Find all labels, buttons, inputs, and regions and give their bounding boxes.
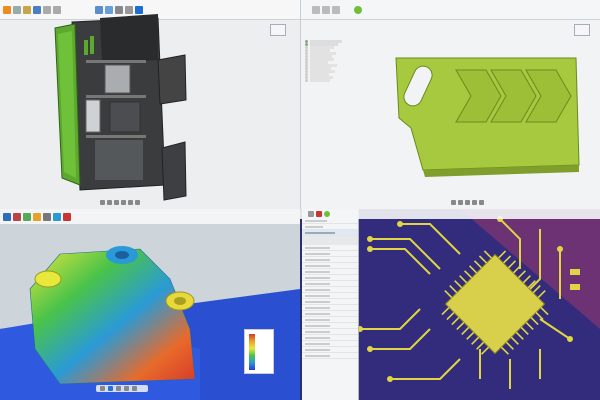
results-row[interactable] bbox=[302, 353, 358, 359]
cabinet-top bbox=[100, 14, 158, 63]
orbit-icon[interactable] bbox=[451, 200, 456, 205]
internal-box bbox=[109, 101, 141, 133]
cad-viewport-enclosure[interactable] bbox=[0, 0, 300, 209]
zoom-icon[interactable] bbox=[114, 200, 119, 205]
shelf bbox=[86, 60, 146, 63]
view-cube[interactable] bbox=[270, 24, 286, 36]
shelf bbox=[86, 95, 146, 98]
cylinder bbox=[85, 99, 101, 133]
right-door-upper bbox=[157, 54, 187, 105]
legend-gradient bbox=[249, 334, 255, 370]
internal-unit bbox=[104, 64, 131, 94]
loop-icon[interactable] bbox=[132, 386, 137, 391]
animation-playbar bbox=[96, 385, 148, 392]
pcb-toolbar bbox=[300, 209, 600, 219]
play-icon[interactable] bbox=[108, 386, 113, 391]
heatmap-body bbox=[29, 248, 196, 385]
results-subheader bbox=[302, 236, 358, 245]
pause-icon[interactable] bbox=[116, 386, 121, 391]
layer-icon[interactable] bbox=[308, 211, 314, 217]
cover-model bbox=[395, 57, 580, 177]
fit-icon[interactable] bbox=[472, 200, 477, 205]
top-boss-hole bbox=[115, 251, 129, 259]
display-icon[interactable] bbox=[128, 200, 133, 205]
color-legend bbox=[244, 329, 274, 374]
left-boss bbox=[34, 270, 62, 288]
pan-icon[interactable] bbox=[458, 200, 463, 205]
simulation-viewport[interactable] bbox=[0, 209, 300, 400]
green-bracket bbox=[90, 36, 94, 54]
orbit-icon[interactable] bbox=[100, 200, 105, 205]
cad-viewport-cover[interactable] bbox=[300, 0, 600, 209]
shelf bbox=[86, 135, 146, 138]
results-panel bbox=[302, 209, 359, 400]
green-bracket bbox=[84, 40, 88, 55]
nav-bar bbox=[100, 199, 140, 206]
right-boss-hole bbox=[174, 297, 186, 305]
right-door-lower bbox=[161, 141, 187, 201]
enclosure-model bbox=[54, 14, 187, 201]
nav-bar bbox=[451, 199, 484, 206]
route-icon[interactable] bbox=[316, 211, 322, 217]
check-icon[interactable] bbox=[324, 211, 330, 217]
grid-toggle-icon[interactable] bbox=[135, 200, 140, 205]
pcb-viewport[interactable] bbox=[300, 209, 600, 400]
forward-icon[interactable] bbox=[124, 386, 129, 391]
pan-icon[interactable] bbox=[107, 200, 112, 205]
lower-compartment bbox=[95, 140, 143, 180]
fit-icon[interactable] bbox=[121, 200, 126, 205]
view-cube[interactable] bbox=[574, 24, 590, 36]
display-icon[interactable] bbox=[479, 200, 484, 205]
zoom-icon[interactable] bbox=[465, 200, 470, 205]
rewind-icon[interactable] bbox=[100, 386, 105, 391]
